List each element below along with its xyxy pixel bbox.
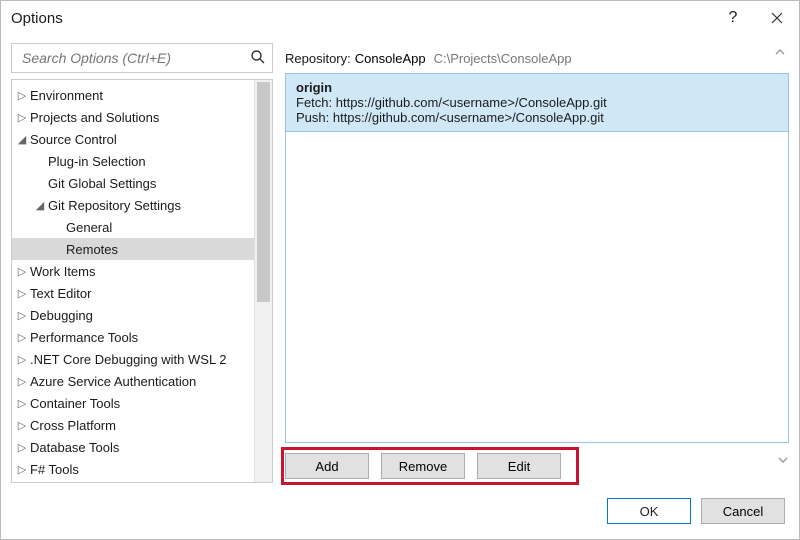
repo-label: Repository:	[285, 51, 351, 66]
tree-item-debugging[interactable]: ▷Debugging	[12, 304, 254, 326]
dialog-footer: OK Cancel	[1, 483, 799, 539]
tree-item-git-repository-settings[interactable]: ◢Git Repository Settings	[12, 194, 254, 216]
collapsed-glyph-icon: ▷	[16, 89, 28, 102]
tree-item-label: Container Tools	[30, 396, 120, 411]
right-panel: Repository: ConsoleApp C:\Projects\Conso…	[285, 43, 789, 483]
tree-item-environment[interactable]: ▷Environment	[12, 84, 254, 106]
tree-item-label: Source Control	[30, 132, 117, 147]
search-box[interactable]	[11, 43, 273, 73]
collapsed-glyph-icon: ▷	[16, 419, 28, 432]
remote-fetch: Fetch: https://github.com/<username>/Con…	[296, 95, 778, 110]
collapsed-glyph-icon: ▷	[16, 265, 28, 278]
tree-item-work-items[interactable]: ▷Work Items	[12, 260, 254, 282]
add-button[interactable]: Add	[285, 453, 369, 479]
tree-item-label: Performance Tools	[30, 330, 138, 345]
remote-item[interactable]: originFetch: https://github.com/<usernam…	[286, 74, 788, 132]
tree-item-cross-platform[interactable]: ▷Cross Platform	[12, 414, 254, 436]
tree-item-label: Database Tools	[30, 440, 119, 455]
chevron-up-icon[interactable]	[771, 45, 789, 60]
help-icon[interactable]: ?	[711, 1, 755, 35]
repo-name: ConsoleApp	[355, 51, 426, 66]
chevron-down-icon[interactable]	[777, 453, 789, 479]
tree-item-label: Git Global Settings	[48, 176, 156, 191]
search-input[interactable]	[20, 49, 250, 67]
collapsed-glyph-icon: ▷	[16, 353, 28, 366]
cancel-button[interactable]: Cancel	[701, 498, 785, 524]
tree-item-label: Environment	[30, 88, 103, 103]
tree-item-remotes[interactable]: Remotes	[12, 238, 254, 260]
tree-item-source-control[interactable]: ◢Source Control	[12, 128, 254, 150]
collapsed-glyph-icon: ▷	[16, 375, 28, 388]
ok-button[interactable]: OK	[607, 498, 691, 524]
tree-item-database-tools[interactable]: ▷Database Tools	[12, 436, 254, 458]
tree-item-performance-tools[interactable]: ▷Performance Tools	[12, 326, 254, 348]
tree-item-f-tools[interactable]: ▷F# Tools	[12, 458, 254, 480]
tree-item-label: Azure Service Authentication	[30, 374, 196, 389]
collapsed-glyph-icon: ▷	[16, 111, 28, 124]
collapsed-glyph-icon: ▷	[16, 287, 28, 300]
repo-header: Repository: ConsoleApp C:\Projects\Conso…	[285, 43, 789, 73]
tree-item-label: Plug-in Selection	[48, 154, 146, 169]
tree-item-label: General	[66, 220, 112, 235]
tree-item-label: Text Editor	[30, 286, 91, 301]
expanded-glyph-icon: ◢	[34, 199, 46, 212]
remove-button[interactable]: Remove	[381, 453, 465, 479]
tree-item-label: F# Tools	[30, 462, 79, 477]
expanded-glyph-icon: ◢	[16, 133, 28, 146]
tree-item-label: Projects and Solutions	[30, 110, 159, 125]
options-dialog: Options ? ▷Environment▷Projects and Solu…	[0, 0, 800, 540]
edit-button[interactable]: Edit	[477, 453, 561, 479]
tree-item-label: Remotes	[66, 242, 118, 257]
tree-item-label: Debugging	[30, 308, 93, 323]
window-title: Options	[11, 10, 63, 27]
tree-item-label: Work Items	[30, 264, 96, 279]
close-icon[interactable]	[755, 1, 799, 35]
scrollbar-thumb[interactable]	[257, 82, 270, 302]
collapsed-glyph-icon: ▷	[16, 441, 28, 454]
remotes-list[interactable]: originFetch: https://github.com/<usernam…	[285, 73, 789, 443]
tree-item-git-global-settings[interactable]: Git Global Settings	[12, 172, 254, 194]
tree-item-label: .NET Core Debugging with WSL 2	[30, 352, 227, 367]
collapsed-glyph-icon: ▷	[16, 397, 28, 410]
options-tree[interactable]: ▷Environment▷Projects and Solutions◢Sour…	[12, 80, 254, 482]
tree-item--net-core-debugging-with-wsl-2[interactable]: ▷.NET Core Debugging with WSL 2	[12, 348, 254, 370]
remote-name: origin	[296, 80, 778, 95]
collapsed-glyph-icon: ▷	[16, 331, 28, 344]
tree-item-label: Git Repository Settings	[48, 198, 181, 213]
tree-scrollbar[interactable]	[254, 80, 272, 482]
tree-item-azure-service-authentication[interactable]: ▷Azure Service Authentication	[12, 370, 254, 392]
tree-item-projects-and-solutions[interactable]: ▷Projects and Solutions	[12, 106, 254, 128]
remote-push: Push: https://github.com/<username>/Cons…	[296, 110, 778, 125]
search-icon[interactable]	[250, 49, 266, 68]
tree-item-container-tools[interactable]: ▷Container Tools	[12, 392, 254, 414]
left-panel: ▷Environment▷Projects and Solutions◢Sour…	[11, 43, 273, 483]
collapsed-glyph-icon: ▷	[16, 463, 28, 476]
collapsed-glyph-icon: ▷	[16, 309, 28, 322]
tree-item-label: Cross Platform	[30, 418, 116, 433]
action-row: Add Remove Edit	[285, 451, 789, 483]
tree-item-plug-in-selection[interactable]: Plug-in Selection	[12, 150, 254, 172]
titlebar: Options ?	[1, 1, 799, 35]
tree-item-text-editor[interactable]: ▷Text Editor	[12, 282, 254, 304]
repo-path: C:\Projects\ConsoleApp	[434, 51, 572, 66]
tree-item-general[interactable]: General	[12, 216, 254, 238]
tree-item-intellicode[interactable]: ▷IntelliCode	[12, 480, 254, 482]
